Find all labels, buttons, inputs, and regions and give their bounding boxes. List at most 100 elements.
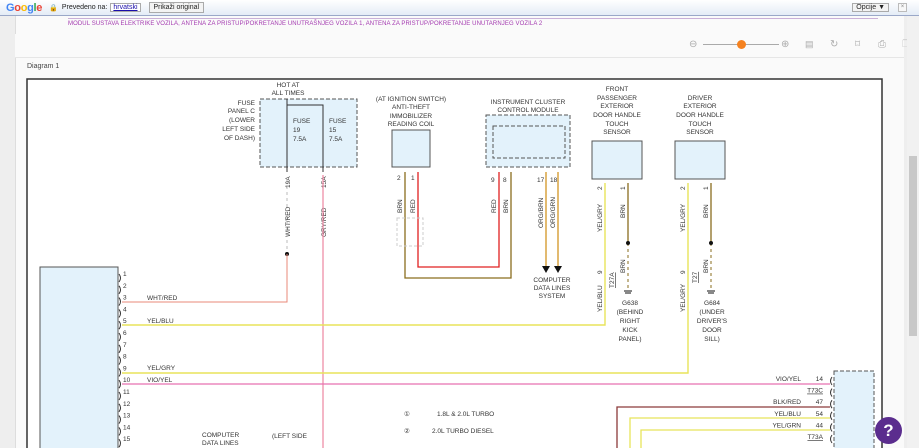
yel-gry-label: YEL/GRY — [680, 283, 687, 312]
svg-text:HOT AT: HOT AT — [277, 82, 300, 89]
svg-text:SENSOR: SENSOR — [603, 129, 631, 136]
svg-text:CONTROL MODULE: CONTROL MODULE — [497, 107, 559, 114]
svg-text:EXTERIOR: EXTERIOR — [600, 103, 634, 110]
svg-text:17: 17 — [537, 177, 545, 184]
svg-text:OF DASH): OF DASH) — [224, 135, 255, 142]
svg-text:TOUCH: TOUCH — [606, 121, 629, 128]
show-original-button[interactable]: Prikaži original — [148, 2, 205, 13]
svg-text:DOOR HANDLE: DOOR HANDLE — [593, 112, 641, 119]
svg-text:G638: G638 — [622, 300, 638, 307]
language-select[interactable]: hrvatski — [110, 3, 141, 12]
close-icon[interactable]: × — [898, 3, 907, 12]
svg-text:SILL): SILL) — [704, 336, 720, 343]
fuse-panel-box — [259, 98, 358, 168]
options-button[interactable]: Opcije ▼ — [852, 3, 889, 12]
svg-text:1.8L & 2.0L TURBO: 1.8L & 2.0L TURBO — [437, 411, 494, 418]
svg-text:DATA LINES: DATA LINES — [534, 285, 571, 292]
svg-text:19: 19 — [293, 127, 301, 134]
svg-text:EXTERIOR: EXTERIOR — [683, 103, 717, 110]
svg-text:1: 1 — [703, 186, 710, 190]
svg-text:7.5A: 7.5A — [329, 136, 343, 143]
help-button[interactable]: ? — [875, 417, 902, 444]
svg-text:COMPUTER: COMPUTER — [202, 432, 240, 439]
wire-15a-label: 15A — [321, 176, 328, 188]
svg-text:READING COIL: READING COIL — [388, 121, 435, 128]
svg-text:(BEHIND: (BEHIND — [617, 309, 644, 316]
svg-text:2.0L TURBO DIESEL: 2.0L TURBO DIESEL — [432, 428, 494, 435]
lock-icon: 🔒 — [49, 4, 58, 12]
svg-text:9: 9 — [491, 177, 495, 184]
scrollbar-thumb[interactable] — [909, 156, 917, 336]
svg-text:TOUCH: TOUCH — [689, 121, 712, 128]
svg-text:INSTRUMENT CLUSTER: INSTRUMENT CLUSTER — [491, 99, 566, 106]
brn-label: BRN — [703, 204, 710, 218]
svg-text:LEFT SIDE: LEFT SIDE — [222, 126, 255, 133]
yel-blu-label: YEL/BLU — [597, 285, 604, 312]
splice-dot — [626, 241, 630, 245]
svg-text:(LEFT SIDE: (LEFT SIDE — [272, 433, 308, 440]
right-pin-label: T73A — [807, 434, 823, 441]
org-grn-label: ORG/GRN — [550, 197, 557, 228]
right-pin-label: 54 — [816, 411, 824, 418]
brn-label: BRN — [620, 204, 627, 218]
svg-text:2: 2 — [680, 186, 687, 190]
svg-text:G684: G684 — [704, 300, 720, 307]
svg-text:(UNDER: (UNDER — [699, 309, 725, 316]
red-label: RED — [491, 199, 498, 213]
svg-text:15: 15 — [329, 127, 337, 134]
svg-text:8: 8 — [503, 177, 507, 184]
scrollbar[interactable] — [907, 16, 919, 448]
svg-text:①: ① — [404, 410, 410, 418]
pin-number: 4 — [123, 306, 127, 313]
svg-text:VIO/YEL: VIO/YEL — [147, 377, 173, 384]
svg-text:7.5A: 7.5A — [293, 136, 307, 143]
svg-text:DATA LINES: DATA LINES — [202, 440, 239, 447]
pin-label: 9 — [680, 270, 687, 274]
svg-text:DRIVER: DRIVER — [688, 95, 713, 102]
pin-number: 12 — [123, 401, 131, 408]
right-pin-label: 14 — [816, 376, 824, 383]
svg-text:FUSE: FUSE — [293, 118, 311, 125]
pin-label: 2 — [397, 175, 401, 182]
brn-label: BRN — [397, 199, 404, 213]
brn-label: BRN — [503, 199, 510, 213]
pin-number: 15 — [123, 436, 131, 443]
yel-gry-label: YEL/GRY — [597, 203, 604, 232]
svg-text:RIGHT: RIGHT — [620, 318, 640, 325]
gry-red-label: GRY/RED — [321, 207, 328, 237]
right-pin-label: T73C — [807, 388, 823, 395]
translate-bar: Google 🔒 Prevedeno na: hrvatski Prikaži … — [0, 0, 919, 16]
svg-text:18: 18 — [550, 177, 558, 184]
pin-number: 8 — [123, 354, 127, 361]
google-logo: Google — [6, 1, 43, 14]
svg-text:PANEL C: PANEL C — [228, 108, 255, 115]
pin-number: 6 — [123, 330, 127, 337]
cluster-box — [485, 114, 571, 168]
cdl-label: COMPUTERDATA LINESSYSTEM — [533, 277, 571, 300]
right-wire-label: BLK/RED — [773, 399, 801, 406]
pin-number: 7 — [123, 342, 127, 349]
svg-text:PASSENGER: PASSENGER — [597, 95, 637, 102]
svg-text:2: 2 — [597, 186, 604, 190]
svg-text:FRONT: FRONT — [606, 86, 628, 93]
right-pin-label: 44 — [816, 422, 824, 429]
svg-text:ANTI-THEFT: ANTI-THEFT — [392, 104, 430, 111]
pin-number: 1 — [123, 271, 127, 278]
pin-number: 2 — [123, 283, 127, 290]
pin-number: 3 — [123, 295, 127, 302]
wire-19a-label: 19A — [285, 176, 292, 188]
left-module-box — [39, 266, 119, 448]
connector-label: T27 — [692, 271, 699, 283]
front-passenger-sensor-box — [591, 140, 643, 180]
svg-text:(LOWER: (LOWER — [229, 117, 255, 124]
svg-text:DOOR HANDLE: DOOR HANDLE — [676, 112, 724, 119]
pin-number: 11 — [123, 389, 130, 396]
svg-text:FUSE: FUSE — [238, 100, 256, 107]
right-wire-label: YEL/GRN — [772, 422, 801, 429]
pin-number: 9 — [123, 365, 127, 372]
svg-text:SENSOR: SENSOR — [686, 129, 714, 136]
svg-text:1: 1 — [620, 186, 627, 190]
wiring-diagram: HOT ATALL TIMES FUSEPANEL C(LOWERLEFT SI… — [26, 78, 883, 448]
svg-text:YEL/GRY: YEL/GRY — [147, 365, 176, 372]
cluster-label: INSTRUMENT CLUSTERCONTROL MODULE — [491, 99, 566, 114]
